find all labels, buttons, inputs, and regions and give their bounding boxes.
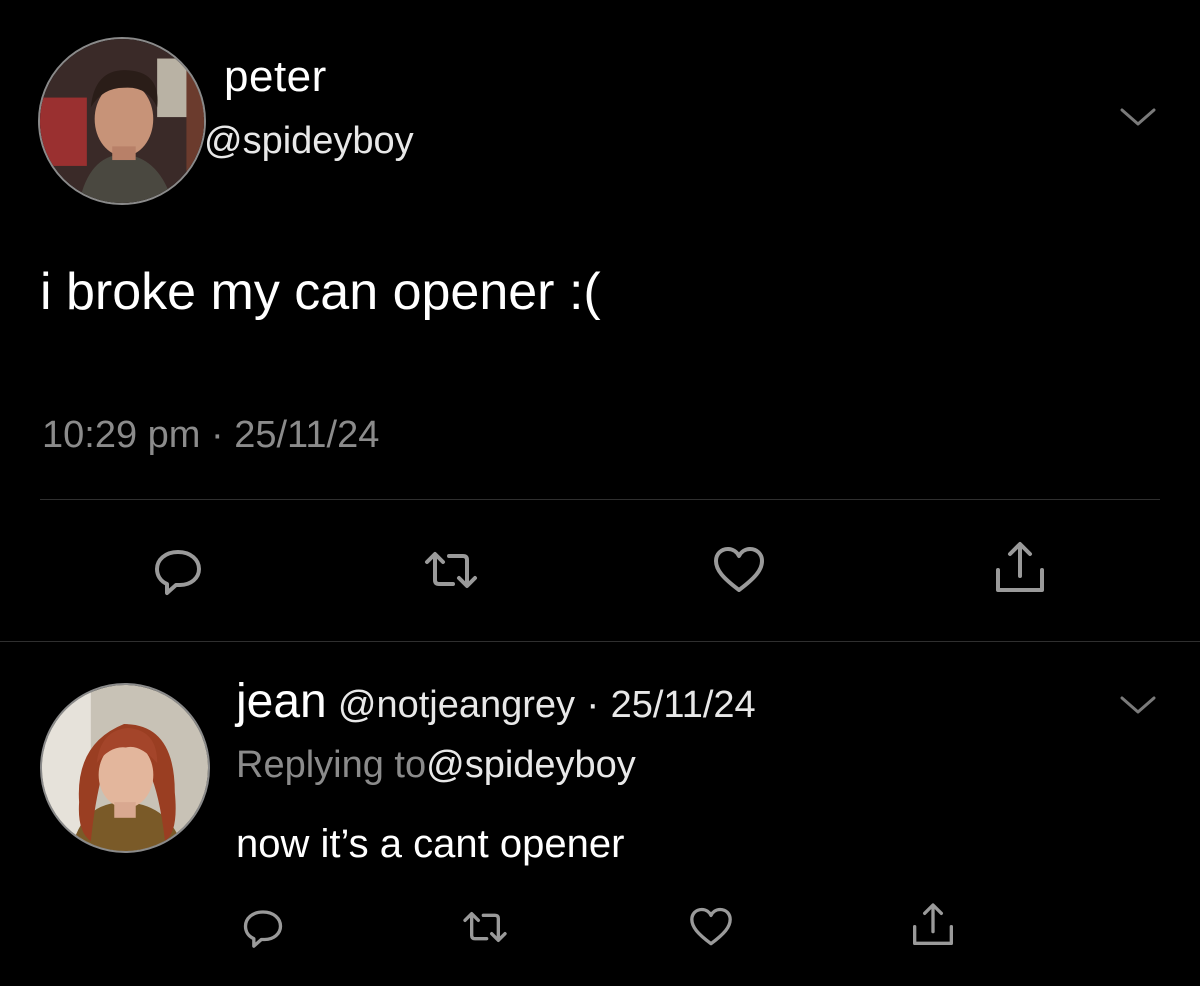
- reply-header: jean @notjeangrey · 25/11/24: [236, 674, 756, 729]
- reply-date[interactable]: 25/11/24: [611, 684, 756, 726]
- tweet-date: 25/11/24: [234, 414, 380, 456]
- chevron-down-icon[interactable]: [1116, 102, 1160, 132]
- reply-bubble-icon[interactable]: [148, 540, 208, 600]
- tweet-time: 10:29 pm: [42, 414, 201, 456]
- share-icon[interactable]: [908, 900, 958, 950]
- avatar-photo: [40, 39, 204, 203]
- reply-text: now it’s a cant opener: [236, 822, 625, 866]
- reply-handle[interactable]: @notjeangrey: [338, 684, 575, 726]
- share-icon[interactable]: [990, 538, 1050, 598]
- meta-separator: ·: [200, 414, 235, 456]
- tweet-timestamp[interactable]: 10:29 pm · 25/11/24: [42, 414, 379, 457]
- meta-separator: ·: [575, 682, 611, 726]
- thread-divider: [0, 641, 1200, 642]
- reply-bubble-icon[interactable]: [238, 902, 288, 952]
- author-avatar[interactable]: [38, 37, 206, 205]
- retweet-icon[interactable]: [421, 540, 481, 600]
- author-display-name[interactable]: peter: [224, 52, 327, 102]
- replying-to-label: Replying to: [236, 744, 427, 786]
- heart-icon[interactable]: [686, 902, 736, 952]
- avatar-photo: [42, 685, 208, 851]
- reply-display-name[interactable]: jean: [236, 675, 327, 728]
- chevron-down-icon[interactable]: [1116, 690, 1160, 720]
- retweet-icon[interactable]: [460, 902, 510, 952]
- divider: [40, 499, 1160, 500]
- replying-to: Replying to@spideyboy: [236, 744, 636, 787]
- author-handle[interactable]: @spideyboy: [204, 120, 414, 163]
- reply-author-avatar[interactable]: [40, 683, 210, 853]
- tweet-text: i broke my can opener :(: [40, 263, 601, 321]
- heart-icon[interactable]: [709, 540, 769, 600]
- replying-to-handle[interactable]: @spideyboy: [426, 744, 636, 786]
